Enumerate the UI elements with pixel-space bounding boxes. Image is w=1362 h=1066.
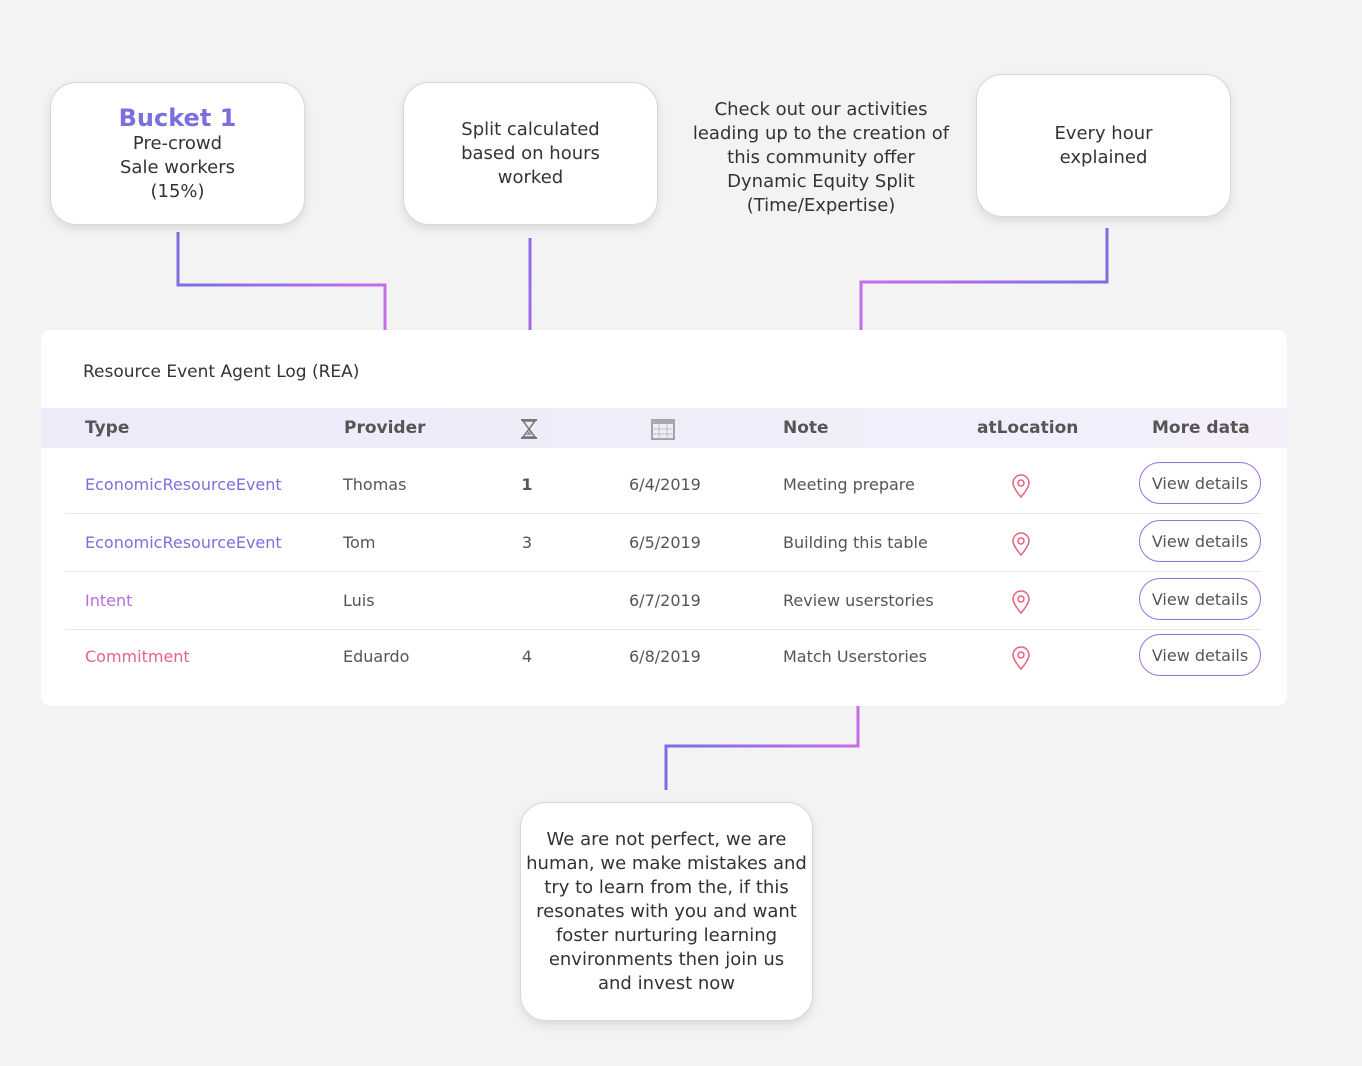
header-provider: Provider bbox=[344, 418, 426, 438]
date-cell: 6/5/2019 bbox=[629, 533, 701, 552]
split-callout: Split calculated based on hours worked bbox=[403, 82, 658, 225]
callout-line: Pre-crowd bbox=[132, 132, 223, 154]
type-link[interactable]: Intent bbox=[85, 572, 132, 629]
callout-line: and invest now bbox=[597, 972, 736, 994]
callout-line: try to learn from the, if this bbox=[544, 876, 789, 898]
type-link[interactable]: Commitment bbox=[85, 628, 190, 685]
hours-cell: 1 bbox=[521, 475, 533, 494]
text-line: (Time/Expertise) bbox=[746, 195, 896, 216]
callout-line: human, we make mistakes and bbox=[526, 852, 807, 874]
bucket-title: Bucket 1 bbox=[118, 103, 237, 132]
type-link[interactable]: EconomicResourceEvent bbox=[85, 514, 282, 571]
provider-cell: Thomas bbox=[343, 475, 407, 494]
text-line: Check out our activities bbox=[714, 99, 928, 120]
table-row: Commitment Eduardo 4 6/8/2019 Match User… bbox=[65, 628, 1261, 685]
date-cell: 6/8/2019 bbox=[629, 647, 701, 666]
calendar-icon bbox=[651, 419, 675, 440]
hours-callout: Every hour explained bbox=[976, 74, 1231, 217]
table-header: Type Provider Note atLocation More data bbox=[41, 408, 1287, 448]
location-pin-icon[interactable] bbox=[1009, 473, 1033, 499]
view-details-button[interactable]: View details bbox=[1139, 520, 1261, 562]
hours-cell: 3 bbox=[521, 533, 533, 552]
view-details-button[interactable]: View details bbox=[1139, 578, 1261, 620]
panel-title: Resource Event Agent Log (REA) bbox=[83, 362, 360, 382]
callout-line: based on hours bbox=[461, 142, 600, 164]
rea-log-panel: Resource Event Agent Log (REA) Type Prov… bbox=[41, 330, 1287, 706]
note-cell: Match Userstories bbox=[783, 647, 927, 666]
callout-line: explained bbox=[1059, 146, 1148, 168]
callout-line: (15%) bbox=[150, 180, 205, 202]
header-location: atLocation bbox=[977, 418, 1079, 438]
table-row: Intent Luis 6/7/2019 Review userstories … bbox=[65, 572, 1261, 630]
provider-cell: Luis bbox=[343, 591, 375, 610]
perfect-callout: We are not perfect, we are human, we mak… bbox=[520, 802, 813, 1021]
hourglass-icon bbox=[521, 419, 537, 439]
table-row: EconomicResourceEvent Tom 3 6/5/2019 Bui… bbox=[65, 514, 1261, 572]
location-pin-icon[interactable] bbox=[1009, 589, 1033, 615]
view-details-button[interactable]: View details bbox=[1139, 634, 1261, 676]
table-row: EconomicResourceEvent Thomas 1 6/4/2019 … bbox=[65, 456, 1261, 514]
location-pin-icon[interactable] bbox=[1009, 531, 1033, 557]
header-more-data: More data bbox=[1152, 418, 1250, 438]
callout-line: worked bbox=[497, 166, 564, 188]
callout-line: foster nurturing learning bbox=[555, 924, 778, 946]
text-line: this community offer bbox=[727, 147, 915, 168]
header-note: Note bbox=[783, 418, 829, 438]
text-line: leading up to the creation of bbox=[692, 123, 950, 144]
bucket-callout: Bucket 1 Pre-crowd Sale workers (15%) bbox=[50, 82, 305, 225]
callout-line: Every hour bbox=[1054, 122, 1153, 144]
text-line: Dynamic Equity Split bbox=[727, 171, 915, 192]
callout-line: Sale workers bbox=[119, 156, 236, 178]
callout-line: environments then join us bbox=[548, 948, 785, 970]
provider-cell: Tom bbox=[343, 533, 376, 552]
callout-line: We are not perfect, we are bbox=[546, 828, 787, 850]
hours-cell: 4 bbox=[521, 647, 533, 666]
header-type: Type bbox=[85, 418, 130, 438]
provider-cell: Eduardo bbox=[343, 647, 410, 666]
note-cell: Review userstories bbox=[783, 591, 934, 610]
view-details-button[interactable]: View details bbox=[1139, 462, 1261, 504]
location-pin-icon[interactable] bbox=[1009, 645, 1033, 671]
activities-text: Check out our activities leading up to t… bbox=[680, 98, 962, 218]
date-cell: 6/4/2019 bbox=[629, 475, 701, 494]
type-link[interactable]: EconomicResourceEvent bbox=[85, 456, 282, 513]
note-cell: Meeting prepare bbox=[783, 475, 915, 494]
callout-line: resonates with you and want bbox=[536, 900, 797, 922]
callout-line: Split calculated bbox=[461, 118, 600, 140]
note-cell: Building this table bbox=[783, 533, 928, 552]
date-cell: 6/7/2019 bbox=[629, 591, 701, 610]
